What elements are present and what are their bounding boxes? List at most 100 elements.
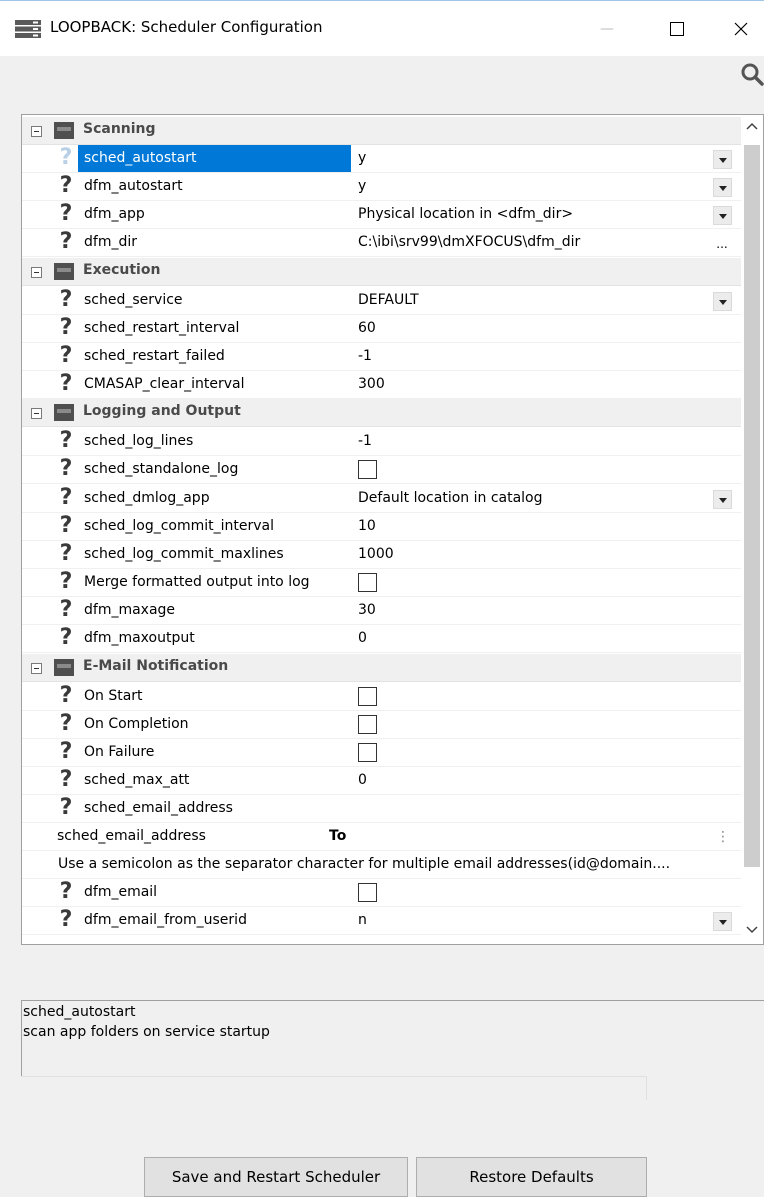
property-value[interactable]: -1 [358,433,372,449]
property-value[interactable]: 0 [358,630,367,646]
scroll-down-icon[interactable] [746,925,758,935]
property-value[interactable]: 30 [358,602,376,618]
property-row-sched-email-address[interactable]: ? sched_email_address [22,795,742,823]
category-label: Logging and Output [83,403,241,419]
question-mark-icon: ? [59,145,73,170]
property-value[interactable]: C:\ibi\srv99\dmXFOCUS\dfm_dir [358,234,580,250]
property-row-sched-service[interactable]: ? sched_service DEFAULT [22,287,742,315]
category-logging[interactable]: Logging and Output [22,399,742,427]
dropdown-button[interactable] [713,206,732,225]
property-row-sched-log-lines[interactable]: ? sched_log_lines -1 [22,428,742,456]
property-checkbox[interactable] [358,687,377,706]
property-value[interactable]: 1000 [358,546,394,562]
property-name: Merge formatted output into log [84,574,310,590]
category-icon [54,404,74,421]
property-row-sched-autostart[interactable]: ? sched_autostart y [22,145,742,173]
property-checkbox[interactable] [358,460,377,479]
property-value[interactable]: DEFAULT [358,292,419,308]
property-value[interactable]: -1 [358,348,372,364]
minimize-icon: — [600,21,614,37]
property-row-dfm-app[interactable]: ? dfm_app Physical location in <dfm_dir> [22,201,742,229]
question-mark-icon: ? [59,683,73,708]
property-value[interactable]: 60 [358,320,376,336]
property-checkbox[interactable] [358,743,377,762]
dropdown-button[interactable] [713,150,732,169]
property-row-on-completion[interactable]: ? On Completion [22,711,742,739]
property-name: sched_max_att [84,772,190,788]
property-name: sched_log_lines [84,433,194,449]
property-row-sched-restart-failed[interactable]: ? sched_restart_failed -1 [22,343,742,371]
property-value[interactable]: y [358,150,366,166]
property-row-merge-output[interactable]: ? Merge formatted output into log [22,569,742,597]
scroll-up-icon[interactable] [746,121,758,131]
property-row-sched-restart-interval[interactable]: ? sched_restart_interval 60 [22,315,742,343]
property-name: On Completion [84,716,189,732]
question-mark-icon: ? [59,513,73,538]
category-execution[interactable]: Execution [22,258,742,286]
property-row-on-failure[interactable]: ? On Failure [22,739,742,767]
property-value[interactable]: 10 [358,518,376,534]
property-value[interactable]: n [358,912,367,928]
question-mark-icon: ? [59,907,73,932]
property-checkbox[interactable] [358,883,377,902]
property-row-dfm-autostart[interactable]: ? dfm_autostart y [22,173,742,201]
property-row-sched-log-commit-interval[interactable]: ? sched_log_commit_interval 10 [22,513,742,541]
property-checkbox[interactable] [358,573,377,592]
collapse-icon[interactable] [31,126,42,137]
email-address-to-row[interactable]: sched_email_address To ⋮ [22,823,742,851]
collapse-icon[interactable] [31,408,42,419]
vertical-scrollbar[interactable] [741,115,763,944]
property-row-dfm-email-from-userid[interactable]: ? dfm_email_from_userid n [22,907,742,935]
question-mark-icon: ? [59,173,73,198]
property-grid[interactable]: Scanning ? sched_autostart y ? dfm_autos… [21,114,764,945]
collapse-icon[interactable] [31,663,42,674]
property-row-sched-standalone-log[interactable]: ? sched_standalone_log [22,456,742,484]
more-options-icon[interactable]: ⋮ [716,827,730,847]
property-name: dfm_dir [84,234,137,250]
property-name-selected[interactable]: sched_autostart [78,145,351,172]
dropdown-button[interactable] [713,178,732,197]
restore-defaults-button[interactable]: Restore Defaults [416,1157,647,1197]
property-name: dfm_maxoutput [84,630,195,646]
property-value[interactable]: Default location in catalog [358,490,543,506]
maximize-button[interactable] [654,9,700,49]
property-name: CMASAP_clear_interval [84,376,245,392]
browse-button[interactable]: ... [712,233,732,253]
property-row-sched-dmlog-app[interactable]: ? sched_dmlog_app Default location in ca… [22,485,742,513]
question-mark-icon: ? [59,371,73,396]
property-row-dfm-maxoutput[interactable]: ? dfm_maxoutput 0 [22,625,742,653]
dropdown-button[interactable] [713,912,732,931]
property-row-sched-max-att[interactable]: ? sched_max_att 0 [22,767,742,795]
question-mark-icon: ? [59,229,73,254]
email-separator-note: Use a semicolon as the separator charact… [58,856,671,872]
dropdown-button[interactable] [713,490,732,509]
property-row-sched-log-commit-maxlines[interactable]: ? sched_log_commit_maxlines 1000 [22,541,742,569]
property-name: sched_restart_interval [84,320,240,336]
category-scanning[interactable]: Scanning [22,117,742,145]
category-icon [54,122,74,139]
dropdown-button[interactable] [713,292,732,311]
question-mark-icon: ? [59,711,73,736]
property-row-dfm-email[interactable]: ? dfm_email [22,879,742,907]
category-email[interactable]: E-Mail Notification [22,654,742,682]
property-row-dfm-maxage[interactable]: ? dfm_maxage 30 [22,597,742,625]
property-value[interactable]: Physical location in <dfm_dir> [358,206,573,222]
question-mark-icon: ? [59,541,73,566]
property-row-on-start[interactable]: ? On Start [22,683,742,711]
save-and-restart-button[interactable]: Save and Restart Scheduler [144,1157,408,1197]
scrollbar-thumb[interactable] [744,145,760,867]
property-value[interactable]: y [358,178,366,194]
category-label: Scanning [83,121,156,137]
minimize-button[interactable]: — [584,9,630,49]
property-value[interactable]: 300 [358,376,385,392]
close-button[interactable] [718,9,764,49]
property-row-cmasap-clear-interval[interactable]: ? CMASAP_clear_interval 300 [22,371,742,399]
collapse-icon[interactable] [31,267,42,278]
property-checkbox[interactable] [358,715,377,734]
property-name: sched_dmlog_app [84,490,210,506]
property-row-dfm-dir[interactable]: ? dfm_dir C:\ibi\srv99\dmXFOCUS\dfm_dir … [22,229,742,257]
description-title: sched_autostart [23,1004,136,1020]
property-name: sched_log_commit_interval [84,518,274,534]
search-icon[interactable] [740,62,764,86]
property-value[interactable]: 0 [358,772,367,788]
